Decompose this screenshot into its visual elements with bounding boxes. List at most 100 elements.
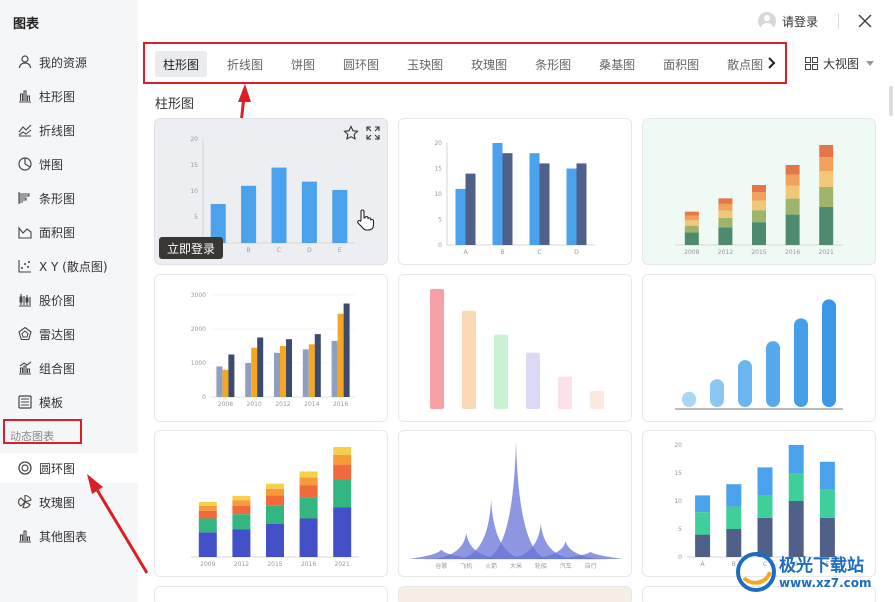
- bar-segment: [726, 506, 742, 529]
- bar-segment: [198, 502, 217, 506]
- chart-card-5[interactable]: [398, 274, 632, 422]
- sidebar-item-radar[interactable]: 雷达图: [0, 319, 138, 349]
- tab-pie[interactable]: 饼图: [283, 51, 323, 77]
- chart-card-10[interactable]: [154, 586, 388, 602]
- tab-rose[interactable]: 玫瑰图: [463, 51, 515, 77]
- sidebar-item-label: 柱形图: [39, 89, 76, 104]
- tab-line[interactable]: 折线图: [219, 51, 271, 77]
- bar-segment: [695, 534, 711, 557]
- tab-column[interactable]: 柱形图: [155, 51, 208, 77]
- bar: [343, 303, 350, 397]
- bar-segment: [752, 222, 766, 245]
- x-tick-label: 2015: [751, 249, 766, 256]
- stock-chart-icon: [19, 294, 31, 307]
- bar: [576, 163, 587, 245]
- scrollbar-thumb[interactable]: [889, 86, 893, 116]
- x-tick-label: 2015: [267, 561, 282, 568]
- sidebar-item-scatter[interactable]: X Y (散点图): [0, 251, 138, 281]
- rose-icon: [18, 494, 32, 509]
- close-icon[interactable]: [856, 12, 874, 30]
- bar-segment: [232, 500, 251, 506]
- tab-jade-ring[interactable]: 玉玦图: [399, 51, 451, 77]
- sidebar-item-donut[interactable]: 圆环图: [0, 453, 138, 483]
- sidebar-item-label: 饼图: [39, 157, 64, 172]
- bar-segment: [333, 507, 352, 557]
- bar-segment: [819, 145, 834, 157]
- login-label: 请登录: [782, 14, 819, 29]
- sidebar-item-combo[interactable]: 组合图: [0, 353, 138, 383]
- chart-card-11[interactable]: [398, 586, 632, 602]
- chart-thumbnail-4: 0 1000 2000 3000 2008 2010 2012 2014 2016: [191, 292, 355, 408]
- bar: [274, 352, 280, 397]
- tab-sankey[interactable]: 桑基图: [591, 51, 643, 77]
- login-link[interactable]: 请登录: [758, 12, 818, 30]
- expand-icon[interactable]: [365, 125, 381, 141]
- bar-segment: [819, 461, 835, 490]
- bar: [257, 337, 264, 397]
- bar: [301, 181, 317, 243]
- sidebar-item-bar-chart[interactable]: 柱形图: [0, 81, 138, 111]
- bar: [308, 344, 315, 397]
- horizontal-bar-icon: [18, 192, 30, 204]
- bar-segment: [266, 524, 284, 557]
- bar-segment: [819, 187, 834, 207]
- chart-card-7[interactable]: 2009 2012 2015 2016 2021: [154, 430, 388, 577]
- sidebar-item-label: 折线图: [39, 123, 76, 138]
- bar-segment: [785, 185, 800, 199]
- x-tick-label: 火箭: [485, 562, 497, 570]
- x-tick-label: 2016: [301, 561, 316, 568]
- chart-card-4[interactable]: 0 1000 2000 3000 2008 2010 2012 2014 2016: [154, 274, 388, 422]
- view-size-dropdown[interactable]: 大视图: [805, 55, 875, 72]
- bar-segment: [757, 467, 773, 496]
- sidebar-item-pie-chart[interactable]: 饼图: [0, 149, 138, 179]
- sidebar-title: 图表: [13, 17, 40, 32]
- bar-segment: [718, 227, 733, 245]
- x-tick-label: 谷歌: [435, 562, 447, 570]
- sidebar-item-label: 组合图: [39, 361, 76, 376]
- star-icon[interactable]: [343, 125, 359, 141]
- x-tick-label: A: [701, 561, 706, 568]
- sidebar-item-other-charts[interactable]: 其他图表: [0, 521, 138, 551]
- bar-segment: [757, 495, 773, 518]
- chart-thumbnail-2: 0 5 10 15 20 A B C D: [434, 140, 595, 256]
- bar: [566, 168, 577, 245]
- bar: [331, 340, 338, 397]
- sidebar-item-area-chart[interactable]: 面积图: [0, 217, 138, 247]
- tab-bar[interactable]: 条形图: [527, 51, 579, 77]
- sidebar-item-line-chart[interactable]: 折线图: [0, 115, 138, 145]
- bar-segment: [726, 484, 742, 507]
- bar-segment: [198, 510, 217, 519]
- tab-area[interactable]: 面积图: [655, 51, 707, 77]
- card-login-button[interactable]: 立即登录: [159, 237, 223, 259]
- y-tick-label: 20: [674, 442, 682, 449]
- chart-card-2[interactable]: 0 5 10 15 20 A B C D: [398, 118, 632, 265]
- bar-segment: [198, 532, 217, 557]
- chart-gallery-window: 图表 我的资源 柱形图 折线图 饼图 条形图 面积图 X Y (散点图) 股价图…: [0, 0, 895, 602]
- x-tick-label: D: [307, 247, 312, 254]
- y-tick-label: 5: [438, 217, 442, 224]
- sidebar-item-label: 条形图: [39, 191, 76, 206]
- chart-card-3[interactable]: 2008 2012 2015 2016 2021: [642, 118, 876, 265]
- sidebar-item-template[interactable]: 模板: [0, 387, 138, 417]
- sidebar: 图表 我的资源 柱形图 折线图 饼图 条形图 面积图 X Y (散点图) 股价图…: [0, 0, 138, 602]
- bar-segment: [788, 445, 804, 473]
- avatar: [758, 12, 776, 30]
- sidebar-item-my-resources[interactable]: 我的资源: [0, 47, 138, 77]
- bar-segment: [684, 215, 699, 221]
- bar-segment: [232, 529, 251, 557]
- bar-segment: [718, 203, 733, 211]
- chart-card-8[interactable]: 谷歌 飞机 火箭 大米 轮船 汽车 自行: [398, 430, 632, 577]
- tab-donut[interactable]: 圆环图: [335, 51, 387, 77]
- sidebar-item-rose[interactable]: 玫瑰图: [0, 487, 138, 517]
- sidebar-item-horizontal-bar[interactable]: 条形图: [0, 183, 138, 213]
- x-tick-label: 大米: [510, 562, 522, 570]
- chart-card-6[interactable]: [642, 274, 876, 422]
- chevron-right-icon[interactable]: [764, 55, 778, 71]
- bar-segment: [333, 454, 352, 465]
- bar: [314, 334, 321, 397]
- x-tick-label: 2012: [275, 401, 290, 408]
- header-divider: [838, 13, 839, 29]
- bar-segment: [232, 495, 251, 501]
- y-tick-label: 10: [434, 191, 442, 198]
- sidebar-item-stock[interactable]: 股价图: [0, 285, 138, 315]
